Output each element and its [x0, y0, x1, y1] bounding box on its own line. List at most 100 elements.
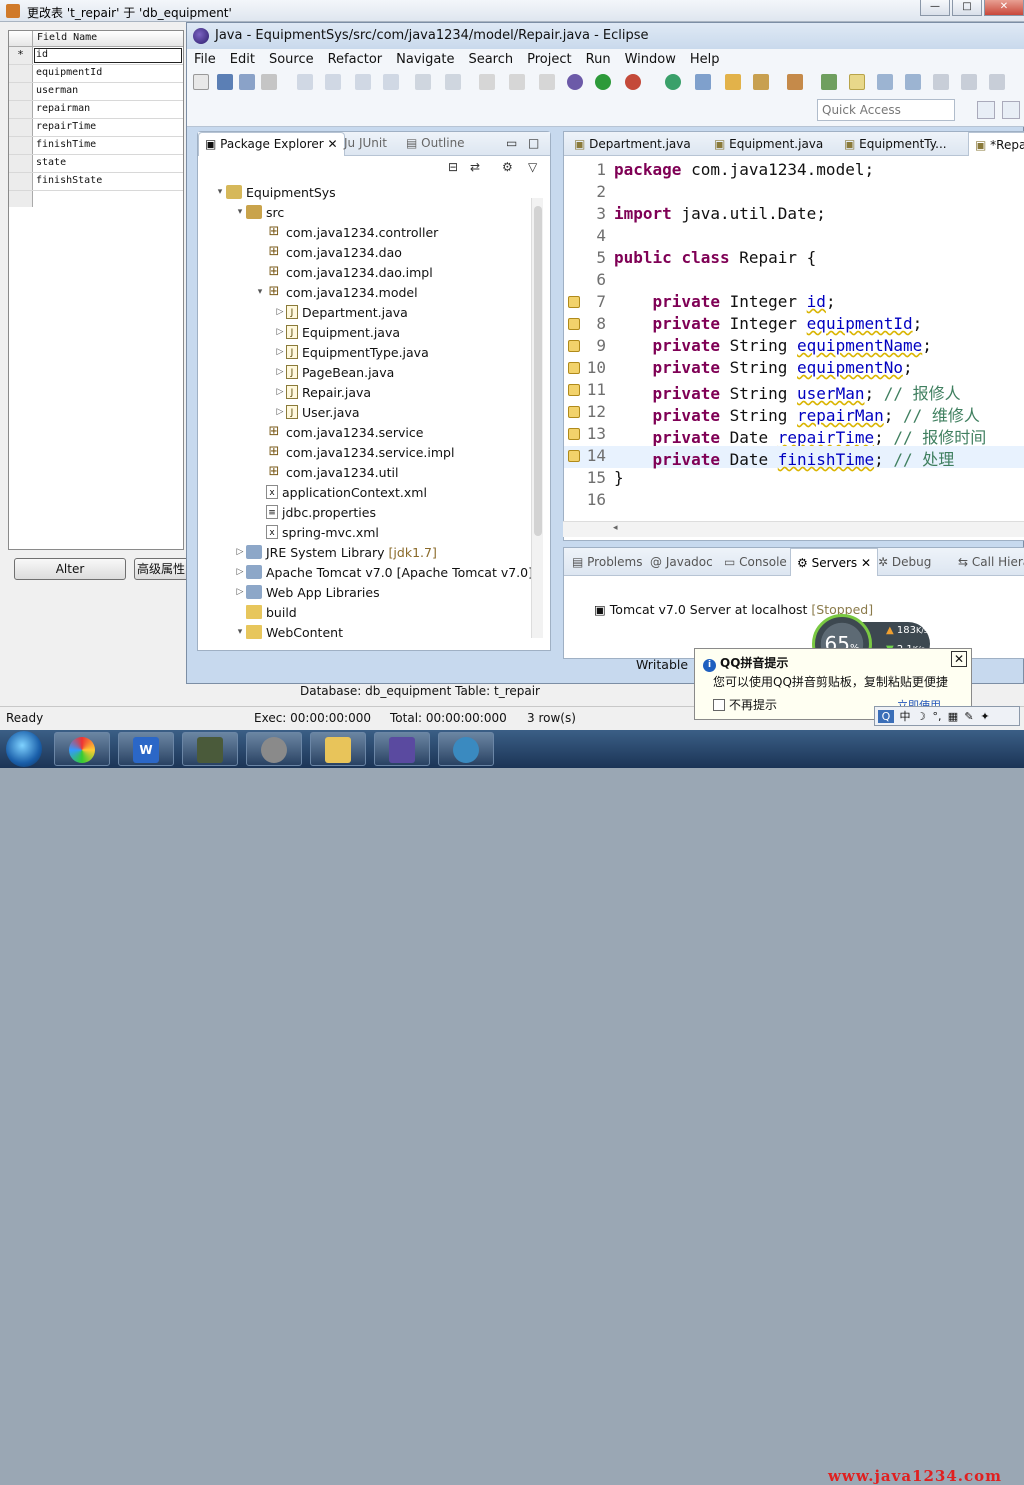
taskbar-app-eclipse[interactable]	[374, 732, 430, 766]
annotation-icon[interactable]	[787, 74, 803, 90]
minimize-view-icon[interactable]: ▭	[506, 136, 517, 150]
pin-icon[interactable]	[933, 74, 949, 90]
tree-item[interactable]: ▷ J Repair.java	[274, 382, 372, 402]
warning-marker-icon[interactable]	[568, 362, 580, 374]
code-line[interactable]: 2	[564, 182, 1024, 204]
ime-moon-icon[interactable]: ☽	[913, 710, 929, 723]
toolbar-overflow-icon[interactable]	[989, 74, 1005, 90]
run-icon[interactable]	[595, 74, 611, 90]
close-tab-icon[interactable]: ✕	[328, 137, 338, 151]
field-row[interactable]: * id	[9, 47, 183, 65]
tree-item[interactable]: ⊞ com.java1234.dao	[254, 242, 402, 262]
debug-icon[interactable]	[567, 74, 583, 90]
field-row[interactable]: userman	[9, 83, 183, 101]
tree-item[interactable]: ⊞ com.java1234.controller	[254, 222, 439, 242]
field-name-cell[interactable]: state	[33, 155, 183, 172]
explorer-scrollbar[interactable]	[531, 198, 543, 638]
collapse-all-icon[interactable]: ⊟	[448, 160, 458, 174]
taskbar-app-explorer[interactable]	[310, 732, 366, 766]
last-edit-icon[interactable]	[961, 74, 977, 90]
editor-horizontal-scrollbar[interactable]: ◂	[563, 521, 1024, 537]
forward-icon[interactable]	[905, 74, 921, 90]
editor-tab[interactable]: ▣ *Repa	[968, 132, 1024, 156]
step-over-icon[interactable]	[445, 74, 461, 90]
code-line[interactable]: 14 private Date finishTime; // 处理	[564, 446, 1024, 469]
tree-item[interactable]: ⊞ com.java1234.service	[254, 422, 424, 442]
tab-call-hierarc[interactable]: ⇆ Call Hierarc	[958, 555, 1024, 569]
field-row[interactable]: finishState	[9, 173, 183, 191]
code-line[interactable]: 4	[564, 226, 1024, 248]
tree-item[interactable]: ⊞ com.java1234.service.impl	[254, 442, 455, 462]
expand-arrow-icon[interactable]: ▷	[234, 567, 246, 577]
link-with-editor-icon[interactable]: ⇄	[470, 160, 480, 174]
highlight-icon[interactable]	[849, 74, 865, 90]
close-tab-icon[interactable]: ✕	[857, 556, 871, 570]
menu-search[interactable]: Search	[461, 49, 520, 71]
java-ee-perspective-icon[interactable]	[1002, 101, 1020, 119]
row-header[interactable]	[9, 119, 33, 136]
tab-junit[interactable]: Ju JUnit	[344, 136, 387, 150]
tree-item[interactable]: build	[234, 602, 297, 622]
taskbar-app-terminal[interactable]	[182, 732, 238, 766]
code-line[interactable]: 16	[564, 490, 1024, 512]
close-icon[interactable]: ✕	[951, 651, 967, 667]
code-line[interactable]: 11 private String userMan; // 报修人	[564, 380, 1024, 403]
editor-tab[interactable]: ▣ Department.java	[574, 137, 691, 151]
taskbar-app-pinwheel[interactable]	[54, 732, 110, 766]
expand-arrow-icon[interactable]: ▷	[274, 387, 286, 397]
field-name-cell[interactable]: id	[33, 47, 183, 64]
warning-marker-icon[interactable]	[568, 384, 580, 396]
new-java-class-icon[interactable]	[665, 74, 681, 90]
menu-file[interactable]: File	[187, 49, 223, 71]
tree-item[interactable]: ▾ WebContent	[234, 622, 343, 642]
tree-item[interactable]: ▾ src	[234, 202, 285, 222]
expand-arrow-icon[interactable]: ▷	[274, 307, 286, 317]
code-line[interactable]: 1 package com.java1234.model;	[564, 160, 1024, 182]
row-header[interactable]	[9, 137, 33, 154]
tree-item[interactable]: ▷ J Department.java	[274, 302, 408, 322]
expand-arrow-icon[interactable]: ▾	[254, 287, 266, 297]
tab-problems[interactable]: ▤ Problems	[572, 555, 642, 569]
skip-icon[interactable]	[355, 74, 371, 90]
menu-project[interactable]: Project	[520, 49, 578, 71]
field-grid[interactable]: Field Name * id equipmentId userman repairma…	[8, 30, 184, 550]
code-line[interactable]: 10 private String equipmentNo;	[564, 358, 1024, 380]
start-button[interactable]	[6, 731, 42, 767]
save-all-icon[interactable]	[239, 74, 255, 90]
field-row[interactable]: repairman	[9, 101, 183, 119]
code-line[interactable]: 8 private Integer equipmentId;	[564, 314, 1024, 336]
maximize-view-icon[interactable]: □	[528, 136, 539, 150]
expand-arrow-icon[interactable]: ▷	[274, 327, 286, 337]
menu-run[interactable]: Run	[579, 49, 618, 71]
open-perspective-icon[interactable]	[977, 101, 995, 119]
checkbox-box[interactable]	[713, 699, 725, 711]
ime-keyboard-icon[interactable]: ▦	[945, 710, 961, 723]
field-row[interactable]: repairTime	[9, 119, 183, 137]
back-icon[interactable]	[877, 74, 893, 90]
field-name-cell[interactable]: finishState	[33, 173, 183, 190]
ime-settings-icon[interactable]: ✦	[977, 710, 993, 723]
code-line[interactable]: 6	[564, 270, 1024, 292]
run-external-icon[interactable]	[625, 74, 641, 90]
view-menu-icon[interactable]: ⚙	[502, 160, 513, 174]
new-icon[interactable]	[193, 74, 209, 90]
tree-item[interactable]: x spring-mvc.xml	[254, 522, 379, 542]
close-icon[interactable]: ✕	[984, 0, 1024, 16]
expand-arrow-icon[interactable]: ▷	[274, 347, 286, 357]
tab-outline[interactable]: ▤ Outline	[406, 136, 465, 150]
code-line[interactable]: 13 private Date repairTime; // 报修时间	[564, 424, 1024, 447]
field-name-cell[interactable]: userman	[33, 83, 183, 100]
tree-item[interactable]: ▷ J User.java	[274, 402, 360, 422]
redo-icon[interactable]	[325, 74, 341, 90]
tab-console[interactable]: ▭ Console	[724, 555, 787, 569]
menu-window[interactable]: Window	[618, 49, 683, 71]
step-into-icon[interactable]	[415, 74, 431, 90]
row-header[interactable]	[9, 173, 33, 190]
editor-tab[interactable]: ▣ EquipmentTy...	[844, 137, 947, 151]
next-annotation-icon[interactable]	[821, 74, 837, 90]
menu-source[interactable]: Source	[262, 49, 321, 71]
taskbar-app-mysql[interactable]	[438, 732, 494, 766]
warning-marker-icon[interactable]	[568, 340, 580, 352]
alter-button[interactable]: Alter	[14, 558, 126, 580]
save-icon[interactable]	[217, 74, 233, 90]
